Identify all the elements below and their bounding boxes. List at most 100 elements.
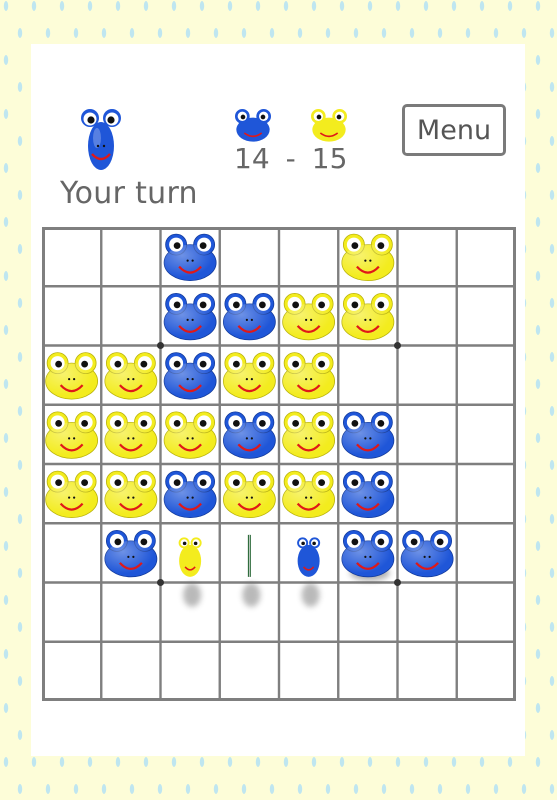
raindrop <box>185 28 191 38</box>
raindrop <box>17 460 23 470</box>
raindrop <box>17 190 23 200</box>
raindrop <box>157 784 163 794</box>
menu-button[interactable]: Menu <box>402 104 506 156</box>
raindrop <box>255 757 261 767</box>
raindrop <box>409 28 415 38</box>
raindrop <box>17 514 23 524</box>
raindrop <box>283 757 289 767</box>
raindrop <box>507 1 513 11</box>
raindrop <box>241 28 247 38</box>
raindrop <box>3 379 9 389</box>
raindrop <box>17 244 23 254</box>
raindrop <box>549 784 555 794</box>
raindrop <box>367 757 373 767</box>
raindrop <box>227 1 233 11</box>
raindrop <box>465 784 471 794</box>
raindrop <box>353 28 359 38</box>
raindrop <box>493 28 499 38</box>
raindrop <box>269 28 275 38</box>
raindrop <box>129 784 135 794</box>
raindrop <box>17 136 23 146</box>
raindrop <box>311 757 317 767</box>
score-separator: - <box>285 142 296 175</box>
raindrop <box>17 82 23 92</box>
raindrop <box>549 136 555 146</box>
raindrop <box>549 82 555 92</box>
raindrop <box>3 595 9 605</box>
raindrop <box>507 757 513 767</box>
raindrop <box>17 568 23 578</box>
raindrop <box>3 757 9 767</box>
raindrop <box>17 730 23 740</box>
raindrop <box>3 649 9 659</box>
raindrop <box>157 28 163 38</box>
raindrop <box>59 757 65 767</box>
raindrop <box>437 784 443 794</box>
raindrop <box>325 784 331 794</box>
raindrop <box>423 757 429 767</box>
raindrop <box>549 568 555 578</box>
raindrop <box>17 676 23 686</box>
raindrop <box>185 784 191 794</box>
raindrop <box>395 757 401 767</box>
raindrop <box>129 28 135 38</box>
board-marker-dot <box>394 342 401 349</box>
raindrop <box>535 595 541 605</box>
raindrop <box>521 784 527 794</box>
raindrop <box>451 1 457 11</box>
raindrop <box>325 28 331 38</box>
raindrop <box>143 757 149 767</box>
raindrop <box>3 1 9 11</box>
raindrop <box>17 784 23 794</box>
raindrop <box>339 757 345 767</box>
raindrop <box>171 757 177 767</box>
raindrop <box>31 1 37 11</box>
raindrop <box>535 487 541 497</box>
turn-status-label: Your turn <box>60 176 198 211</box>
raindrop <box>45 28 51 38</box>
raindrop <box>101 784 107 794</box>
raindrop <box>549 244 555 254</box>
raindrop <box>535 217 541 227</box>
raindrop <box>45 784 51 794</box>
raindrop <box>213 28 219 38</box>
raindrop <box>465 28 471 38</box>
raindrop <box>3 55 9 65</box>
raindrop <box>535 757 541 767</box>
raindrop <box>17 352 23 362</box>
raindrop <box>535 271 541 281</box>
raindrop <box>3 433 9 443</box>
game-board <box>42 227 516 701</box>
raindrop <box>241 784 247 794</box>
raindrop <box>73 784 79 794</box>
yellow-frog-score-icon <box>311 109 347 142</box>
raindrop <box>3 109 9 119</box>
raindrop <box>549 298 555 308</box>
raindrop <box>493 784 499 794</box>
raindrop <box>87 1 93 11</box>
current-player-blue-frog-icon <box>81 109 121 170</box>
raindrop <box>535 541 541 551</box>
raindrop <box>269 784 275 794</box>
raindrop <box>17 28 23 38</box>
raindrop <box>535 703 541 713</box>
raindrop <box>549 676 555 686</box>
raindrop <box>17 622 23 632</box>
raindrop <box>3 325 9 335</box>
raindrop <box>409 784 415 794</box>
raindrop <box>535 1 541 11</box>
raindrop <box>535 433 541 443</box>
raindrop <box>549 730 555 740</box>
raindrop <box>479 757 485 767</box>
raindrop <box>381 784 387 794</box>
raindrop <box>17 406 23 416</box>
raindrop <box>255 1 261 11</box>
raindrop <box>87 757 93 767</box>
blue-score: 14 <box>234 142 270 175</box>
raindrop <box>3 541 9 551</box>
raindrop <box>549 28 555 38</box>
raindrop <box>17 298 23 308</box>
raindrop <box>395 1 401 11</box>
raindrop <box>101 28 107 38</box>
blue-frog-score-icon <box>235 109 271 142</box>
